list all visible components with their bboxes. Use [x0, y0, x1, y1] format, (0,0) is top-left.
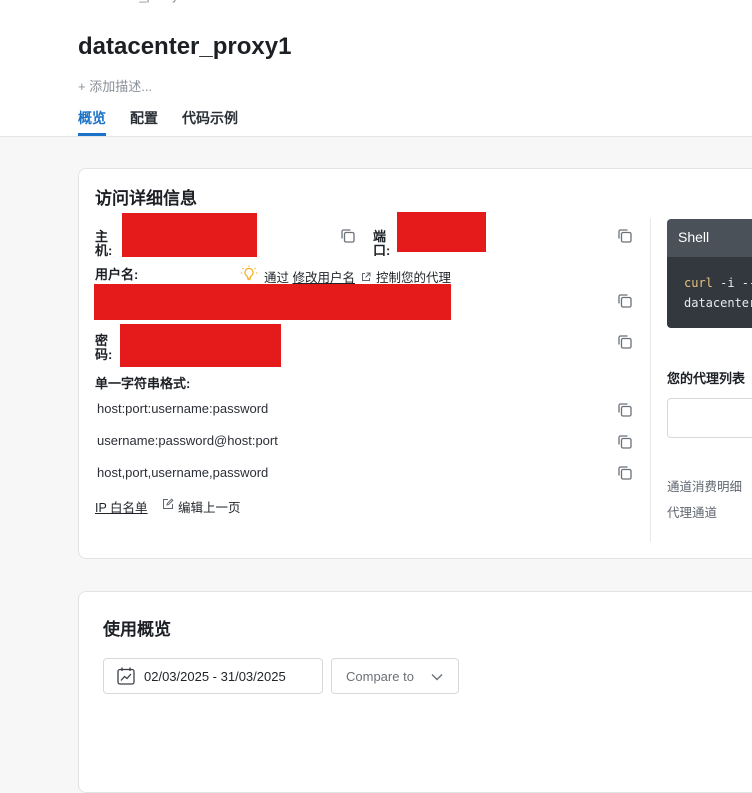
copy-host-icon[interactable] — [339, 227, 357, 245]
shell-code-panel — [667, 257, 752, 328]
username-hint-prefix: 通过 — [264, 271, 290, 285]
access-details-title: 访问详细信息 — [95, 189, 197, 208]
copy-format-comma-icon[interactable] — [616, 464, 634, 482]
copy-format-at-icon[interactable] — [616, 433, 634, 451]
username-label: 用户名: — [95, 267, 139, 282]
string-format-label: 单一字符串格式: — [95, 376, 191, 391]
date-range-text: 02/03/2025 - 31/03/2025 — [144, 669, 286, 684]
code-line-1: curl -i -- — [684, 276, 752, 290]
format-comma: host,port,username,password — [97, 465, 269, 480]
chevron-down-icon — [430, 670, 444, 688]
column-divider — [650, 218, 651, 542]
username-hint-suffix: 控制您的代理 — [375, 271, 451, 285]
code-curl-keyword: curl — [684, 276, 713, 290]
channel-usage-link[interactable]: 通道消费明细 — [667, 476, 742, 495]
add-description-link[interactable]: + 添加描述... — [78, 76, 152, 95]
edit-icon — [162, 497, 174, 515]
tab-config[interactable]: 配置 — [130, 108, 158, 128]
compare-to-dropdown[interactable]: Compare to — [331, 658, 459, 694]
copy-format-colon-icon[interactable] — [616, 401, 634, 419]
compare-to-label: Compare to — [346, 669, 414, 684]
proxy-list-title: 您的代理列表 — [667, 371, 746, 386]
page-title: datacenter_proxy1 — [78, 33, 292, 60]
usage-overview-title: 使用概览 — [103, 620, 171, 639]
host-value-redacted — [122, 213, 257, 257]
copy-username-icon[interactable] — [616, 292, 634, 310]
host-label: 主 机: — [95, 229, 113, 258]
proxy-list-field[interactable] — [667, 398, 752, 438]
password-value-redacted — [120, 324, 281, 367]
lightbulb-icon — [240, 265, 258, 283]
code-curl-args: -i -- — [712, 276, 752, 290]
edit-previous-link[interactable]: 编辑上一页 — [178, 497, 241, 516]
format-at: username:password@host:port — [97, 433, 278, 448]
tab-code-examples[interactable]: 代码示例 — [182, 108, 238, 128]
calendar-chart-icon — [116, 666, 136, 691]
port-value-redacted — [397, 212, 486, 252]
date-range-picker[interactable]: 02/03/2025 - 31/03/2025 — [103, 658, 323, 694]
copy-password-icon[interactable] — [616, 333, 634, 351]
copy-port-icon[interactable] — [616, 227, 634, 245]
breadcrumb[interactable]: datacenter_proxy — [78, 0, 178, 3]
port-label: 端 口: — [373, 229, 391, 258]
page-header — [0, 0, 752, 137]
code-line-2: datacenter — [684, 296, 752, 310]
password-label: 密 码: — [95, 333, 113, 362]
username-value-redacted — [94, 284, 451, 320]
external-link-icon — [361, 272, 370, 281]
shell-tab[interactable]: Shell — [678, 229, 709, 245]
modify-username-link[interactable]: 修改用户名 — [293, 271, 356, 285]
active-tab-indicator — [78, 133, 106, 136]
tab-overview[interactable]: 概览 — [78, 108, 106, 128]
ip-whitelist-link[interactable]: IP 白名单 — [95, 497, 148, 516]
format-colon: host:port:username:password — [97, 401, 269, 416]
proxy-channel-link[interactable]: 代理通道 — [667, 502, 717, 521]
